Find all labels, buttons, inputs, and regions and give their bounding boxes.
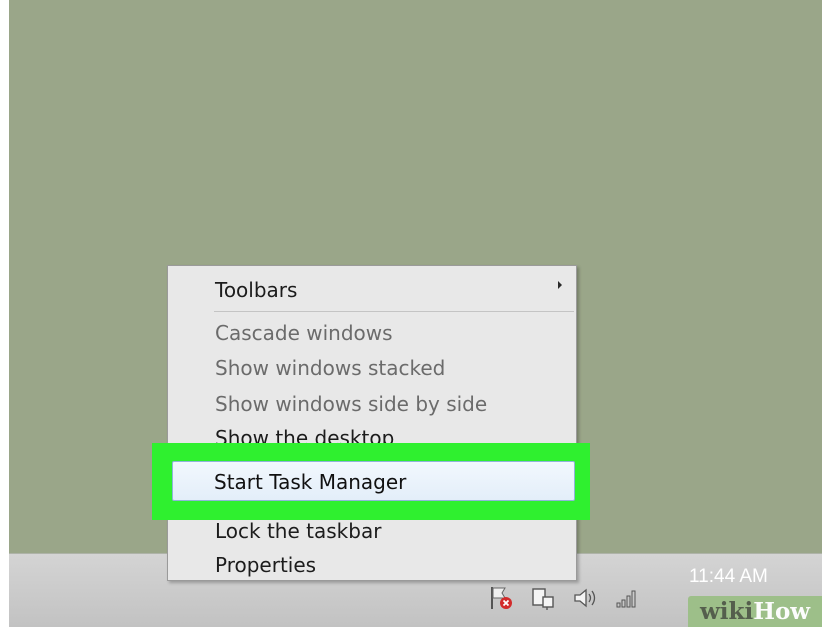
watermark-how-text: How xyxy=(753,598,811,625)
menu-item-show-windows-stacked[interactable]: Show windows stacked xyxy=(215,356,445,380)
menu-item-cascade-windows[interactable]: Cascade windows xyxy=(215,321,393,345)
clock-time[interactable]: 11:44 AM xyxy=(689,566,768,588)
menu-item-properties[interactable]: Properties xyxy=(215,553,316,577)
menu-item-show-windows-side-by-side[interactable]: Show windows side by side xyxy=(215,392,487,416)
network-icon[interactable] xyxy=(529,584,557,612)
submenu-arrow-icon xyxy=(558,281,562,289)
menu-item-start-task-manager-label: Start Task Manager xyxy=(214,470,407,494)
taskbar-context-menu: Toolbars Cascade windows Show windows st… xyxy=(167,265,577,581)
menu-item-toolbars[interactable]: Toolbars xyxy=(215,278,297,302)
wikihow-watermark-logo: wikiHow xyxy=(688,596,822,627)
volume-icon[interactable] xyxy=(571,584,599,612)
menu-separator xyxy=(214,311,574,312)
watermark-wiki-text: wiki xyxy=(700,598,754,625)
action-center-flag-icon[interactable] xyxy=(487,584,515,612)
menu-item-lock-the-taskbar[interactable]: Lock the taskbar xyxy=(215,519,381,543)
system-tray xyxy=(487,578,641,618)
signal-icon[interactable] xyxy=(613,584,641,612)
